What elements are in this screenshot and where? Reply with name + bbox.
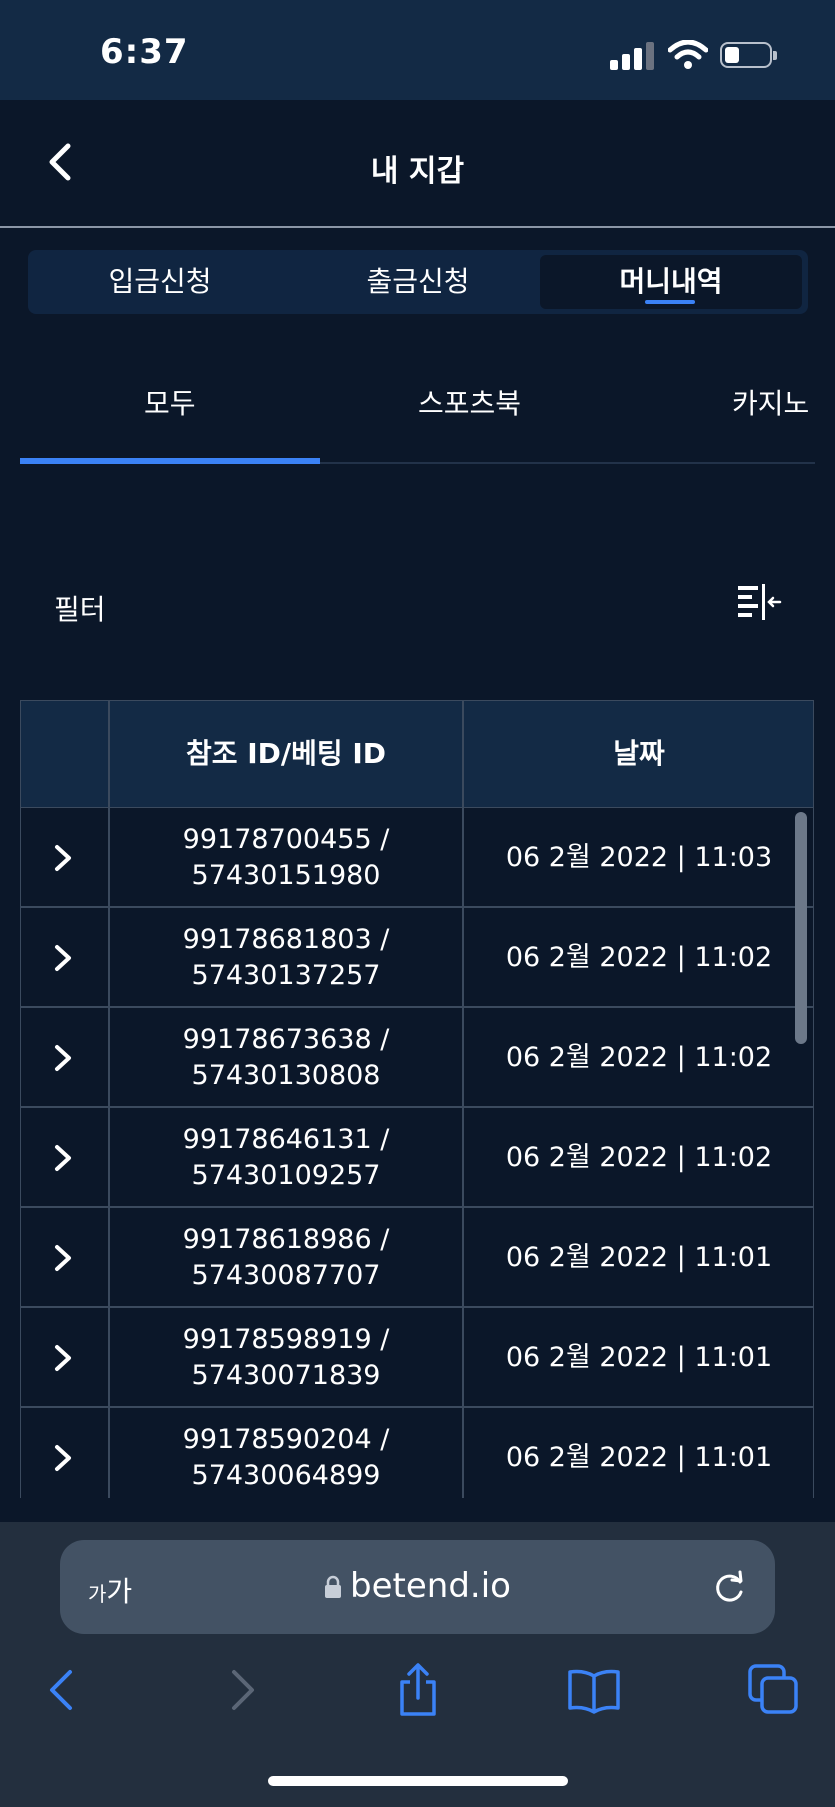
segment-withdraw-label: 출금신청 (366, 265, 470, 298)
app-root: 6:37 내 지갑 입금신청 출금신청 머니내역 모두 스포츠북 카지노 필터 … (0, 0, 835, 1807)
reference-id: 99178700455 / (182, 824, 390, 855)
reference-bet-id-cell: 99178646131 / 57430109257 (109, 1122, 463, 1194)
bet-id: 57430064899 (191, 1460, 381, 1491)
date-cell: 06 2월 2022 | 11:02 (505, 1042, 773, 1073)
date-cell: 06 2월 2022 | 11:02 (505, 942, 773, 973)
row-expand-chevron-icon[interactable] (51, 1242, 75, 1274)
row-expand-chevron-icon[interactable] (51, 1042, 75, 1074)
reference-id: 99178681803 / (182, 924, 390, 955)
filter-label[interactable]: 필터 (54, 588, 106, 628)
share-icon[interactable] (390, 1662, 446, 1718)
bet-id: 57430137257 (191, 960, 381, 991)
tabs-icon[interactable] (746, 1662, 802, 1718)
money-history-table: 참조 ID/베팅 ID 날짜 99178700455 / 57430151980 0… (20, 700, 814, 1498)
url-text: betend.io (350, 1566, 511, 1606)
page-title: 내 지갑 (370, 154, 465, 189)
table-row[interactable]: 99178681803 / 57430137257 06 2월 2022 | 11:… (20, 908, 814, 1008)
status-time: 6:37 (100, 32, 189, 72)
row-expand-chevron-icon[interactable] (51, 1442, 75, 1474)
bet-id: 57430151980 (191, 860, 381, 891)
column-header-date: 날짜 (613, 737, 665, 770)
bookmarks-icon[interactable] (566, 1662, 622, 1718)
segment-withdraw[interactable]: 출금신청 (290, 255, 546, 309)
browser-toolbar: 가가 betend.io (0, 1522, 835, 1807)
wifi-icon (668, 40, 708, 69)
bet-id: 57430071839 (191, 1360, 381, 1391)
table-header-row: 참조 ID/베팅 ID 날짜 (20, 700, 814, 808)
cellular-signal-icon (610, 42, 654, 70)
reference-id: 99178590204 / (182, 1424, 390, 1455)
wallet-segment-control: 입금신청 출금신청 머니내역 (28, 250, 808, 314)
row-expand-chevron-icon[interactable] (51, 942, 75, 974)
date-cell: 06 2월 2022 | 11:03 (505, 842, 773, 873)
reference-bet-id-cell: 99178590204 / 57430064899 (109, 1422, 463, 1494)
tab-all[interactable]: 모두 (144, 382, 196, 422)
date-cell: 06 2월 2022 | 11:01 (505, 1242, 773, 1273)
reference-bet-id-cell: 99178598919 / 57430071839 (109, 1322, 463, 1394)
table-row[interactable]: 99178598919 / 57430071839 06 2월 2022 | 11:… (20, 1308, 814, 1408)
reference-bet-id-cell: 99178681803 / 57430137257 (109, 922, 463, 994)
reference-id: 99178646131 / (182, 1124, 390, 1155)
address-bar[interactable]: 가가 betend.io (60, 1540, 775, 1634)
category-tabs: 모두 스포츠북 카지노 (20, 360, 815, 464)
table-row[interactable]: 99178618986 / 57430087707 06 2월 2022 | 11:… (20, 1208, 814, 1308)
date-cell: 06 2월 2022 | 11:01 (505, 1342, 773, 1373)
date-cell: 06 2월 2022 | 11:01 (505, 1442, 773, 1473)
browser-forward-icon[interactable] (214, 1662, 270, 1718)
segment-deposit[interactable]: 입금신청 (32, 255, 288, 309)
reference-bet-id-cell: 99178700455 / 57430151980 (109, 822, 463, 894)
row-expand-chevron-icon[interactable] (51, 842, 75, 874)
bet-id: 57430109257 (191, 1160, 381, 1191)
table-scrollbar[interactable] (795, 812, 807, 1044)
url-display[interactable]: betend.io (60, 1566, 775, 1606)
lock-icon (325, 1575, 342, 1598)
status-bar: 6:37 (0, 0, 835, 100)
home-indicator (268, 1776, 568, 1786)
reload-icon[interactable] (710, 1568, 748, 1606)
tab-sportsbook[interactable]: 스포츠북 (418, 382, 521, 422)
tab-casino[interactable]: 카지노 (732, 382, 809, 422)
browser-back-icon[interactable] (34, 1662, 90, 1718)
column-header-reference-id: 참조 ID/베팅 ID (185, 737, 387, 770)
reference-id: 99178673638 / (182, 1024, 390, 1055)
bet-id: 57430087707 (191, 1260, 381, 1291)
reference-bet-id-cell: 99178673638 / 57430130808 (109, 1022, 463, 1094)
app-header: 내 지갑 (0, 100, 835, 228)
reference-id: 99178598919 / (182, 1324, 390, 1355)
table-row[interactable]: 99178673638 / 57430130808 06 2월 2022 | 11:… (20, 1008, 814, 1108)
row-expand-chevron-icon[interactable] (51, 1342, 75, 1374)
reference-bet-id-cell: 99178618986 / 57430087707 (109, 1222, 463, 1294)
reference-id: 99178618986 / (182, 1224, 390, 1255)
bet-id: 57430130808 (191, 1060, 381, 1091)
filter-sort-icon[interactable] (736, 582, 782, 624)
segment-deposit-label: 입금신청 (108, 265, 212, 298)
row-expand-chevron-icon[interactable] (51, 1142, 75, 1174)
tab-active-indicator (20, 458, 320, 464)
table-row[interactable]: 99178646131 / 57430109257 06 2월 2022 | 11:… (20, 1108, 814, 1208)
segment-active-underline (645, 300, 695, 304)
table-row[interactable]: 99178590204 / 57430064899 06 2월 2022 | 11:… (20, 1408, 814, 1498)
date-cell: 06 2월 2022 | 11:02 (505, 1142, 773, 1173)
segment-money-history-label: 머니내역 (619, 265, 723, 298)
segment-money-history[interactable]: 머니내역 (540, 255, 802, 309)
table-row[interactable]: 99178700455 / 57430151980 06 2월 2022 | 11:… (20, 808, 814, 908)
battery-icon (720, 42, 777, 68)
